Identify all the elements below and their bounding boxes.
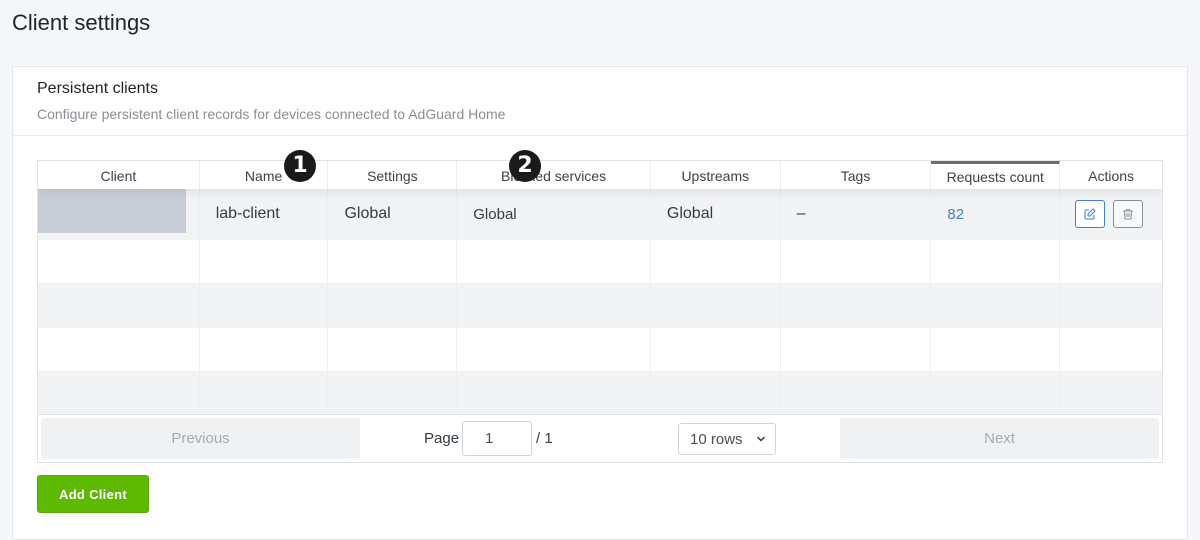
- name-cell: lab-client: [200, 189, 329, 239]
- tags-cell: –: [781, 189, 932, 239]
- delete-client-button[interactable]: [1113, 200, 1144, 228]
- empty-row: [38, 372, 1162, 416]
- requests-count-link[interactable]: 82: [931, 189, 1061, 239]
- empty-row: [38, 284, 1162, 328]
- client-cell: [38, 189, 200, 239]
- rows-per-page-select[interactable]: 10 rows: [678, 423, 776, 455]
- pagination-bar: Previous Page / 1 10 rows Next: [37, 414, 1163, 463]
- column-header-settings[interactable]: Settings: [328, 161, 458, 189]
- settings-cell: Global: [328, 189, 458, 239]
- blocked-services-cell: Global: [457, 189, 651, 239]
- table-header: Client Name Settings Blocked services Up…: [38, 161, 1162, 189]
- page-number-input[interactable]: [462, 421, 532, 456]
- table-body: lab-client Global Global Global – 82: [38, 189, 1162, 416]
- previous-page-button[interactable]: Previous: [41, 418, 360, 459]
- next-page-button[interactable]: Next: [840, 418, 1159, 459]
- column-header-requests-count[interactable]: Requests count: [931, 161, 1061, 189]
- empty-row: [38, 240, 1162, 284]
- column-header-actions: Actions: [1088, 168, 1135, 184]
- annotation-badge-2: 2: [509, 150, 541, 182]
- table-row: lab-client Global Global Global – 82: [38, 189, 1162, 240]
- page-label: Page: [424, 430, 460, 447]
- persistent-clients-card: Persistent clients Configure persistent …: [12, 66, 1188, 540]
- card-subtitle: Configure persistent client records for …: [37, 106, 506, 122]
- client-redacted: [38, 189, 186, 233]
- trash-icon: [1123, 208, 1134, 220]
- empty-row: [38, 328, 1162, 372]
- rows-per-page-value: 10 rows: [690, 430, 743, 448]
- annotation-badge-1: 1: [284, 150, 316, 182]
- chevron-down-icon: [757, 436, 765, 442]
- edit-client-button[interactable]: [1075, 200, 1106, 228]
- upstreams-cell: Global: [651, 189, 781, 239]
- column-header-blocked-services[interactable]: Blocked services: [457, 161, 651, 189]
- column-header-client[interactable]: Client: [38, 161, 200, 189]
- edit-icon: [1084, 208, 1096, 220]
- page-title: Client settings: [12, 10, 151, 35]
- page-total: / 1: [536, 430, 553, 447]
- card-header: Persistent clients Configure persistent …: [13, 67, 1187, 136]
- column-header-tags[interactable]: Tags: [781, 161, 932, 189]
- card-title: Persistent clients: [37, 80, 158, 97]
- actions-cell: [1060, 189, 1162, 239]
- add-client-button[interactable]: Add Client: [37, 475, 149, 513]
- column-header-upstreams[interactable]: Upstreams: [651, 161, 781, 189]
